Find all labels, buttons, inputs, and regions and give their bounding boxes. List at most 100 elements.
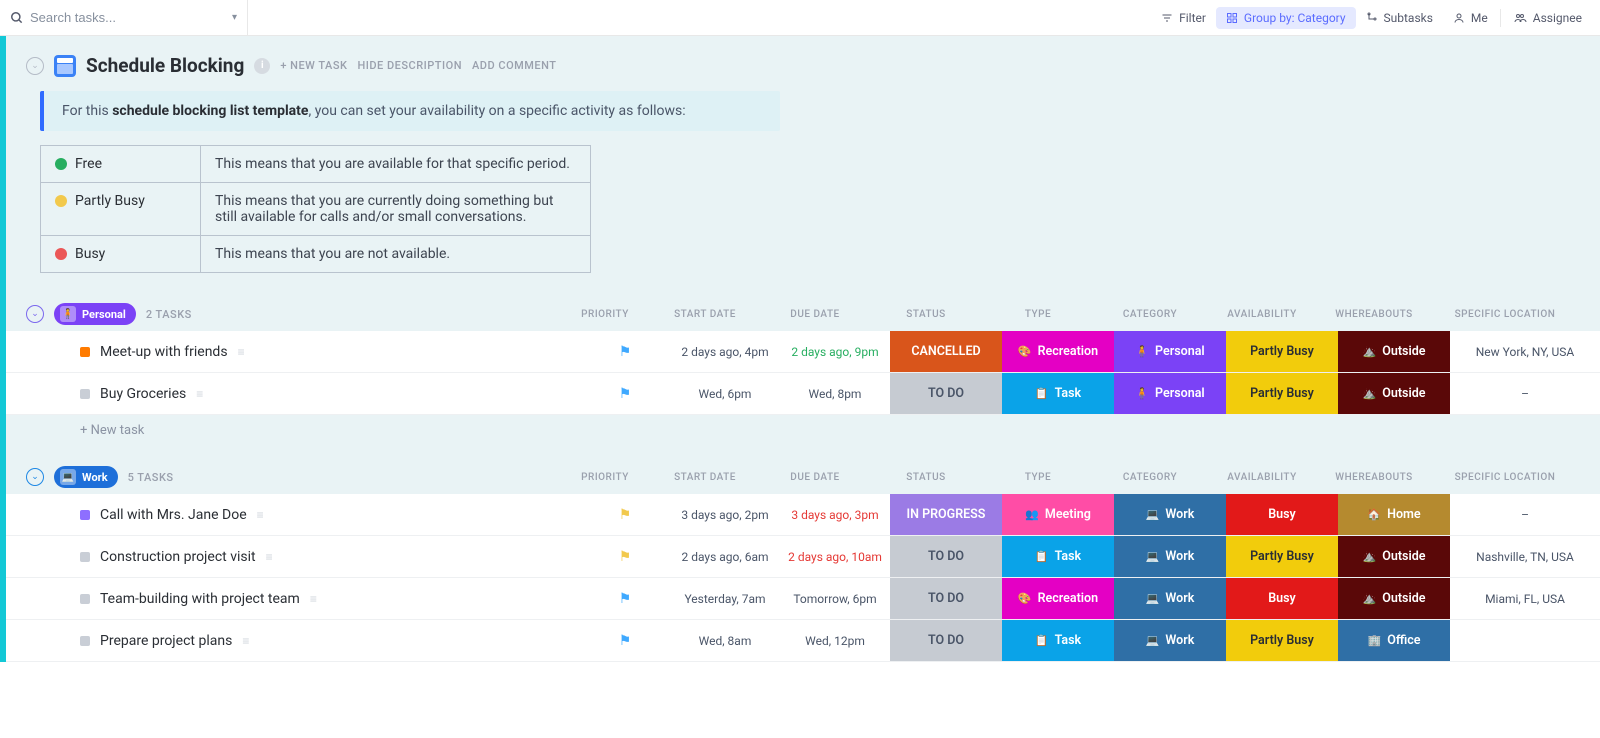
priority-cell[interactable]: ⚑ (580, 536, 670, 577)
task-name[interactable]: Prepare project plans (100, 633, 232, 649)
priority-cell[interactable]: ⚑ (580, 331, 670, 372)
task-row[interactable]: Meet-up with friends ≡ ⚑ 2 days ago, 4pm… (6, 331, 1600, 373)
group-collapse-button[interactable]: ⌄ (26, 305, 44, 323)
group-pill[interactable]: 💻Work (54, 466, 118, 488)
chip[interactable]: ⛰️Outside (1338, 331, 1450, 372)
chip[interactable]: 🧍Personal (1114, 331, 1226, 372)
status-square-icon[interactable] (80, 389, 90, 399)
start-date-cell[interactable]: Wed, 8am (670, 620, 780, 661)
chip-text: Partly Busy (1250, 633, 1314, 648)
chip[interactable]: TO DO (890, 578, 1002, 619)
new-task-link[interactable]: + New task (80, 423, 144, 438)
chip[interactable]: Busy (1226, 578, 1338, 619)
grip-icon[interactable]: ≡ (257, 508, 264, 522)
add-comment-button[interactable]: ADD COMMENT (472, 59, 556, 72)
location-cell[interactable]: New York, NY, USA (1450, 331, 1600, 372)
task-row[interactable]: Construction project visit ≡ ⚑ 2 days ag… (6, 536, 1600, 578)
filter-button[interactable]: Filter (1151, 7, 1216, 29)
task-row[interactable]: Call with Mrs. Jane Doe ≡ ⚑ 3 days ago, … (6, 494, 1600, 536)
chip[interactable]: 🎨Recreation (1002, 331, 1114, 372)
chip[interactable]: 🏢Office (1338, 620, 1450, 661)
chip[interactable]: 🎨Recreation (1002, 578, 1114, 619)
subtasks-button[interactable]: Subtasks (1356, 7, 1443, 29)
priority-cell[interactable]: ⚑ (580, 494, 670, 535)
me-button[interactable]: Me (1443, 7, 1498, 29)
status-square-icon[interactable] (80, 552, 90, 562)
chip[interactable]: 👥Meeting (1002, 494, 1114, 535)
grip-icon[interactable]: ≡ (196, 387, 203, 401)
location-cell[interactable]: – (1450, 373, 1600, 414)
chip[interactable]: IN PROGRESS (890, 494, 1002, 535)
collapse-list-button[interactable]: ⌄ (26, 57, 44, 75)
location-cell[interactable]: Nashville, TN, USA (1450, 536, 1600, 577)
info-icon[interactable]: i (254, 58, 270, 74)
chip[interactable]: 🧍Personal (1114, 373, 1226, 414)
start-date-cell[interactable]: 2 days ago, 6am (670, 536, 780, 577)
chip[interactable]: 📋Task (1002, 373, 1114, 414)
group-pill[interactable]: 🧍Personal (54, 303, 136, 325)
grip-icon[interactable]: ≡ (238, 345, 245, 359)
start-date-cell[interactable]: Yesterday, 7am (670, 578, 780, 619)
status-square-icon[interactable] (80, 347, 90, 357)
chip[interactable]: ⛰️Outside (1338, 578, 1450, 619)
chip[interactable]: TO DO (890, 536, 1002, 577)
due-date-cell[interactable]: Wed, 12pm (780, 620, 890, 661)
priority-cell[interactable]: ⚑ (580, 578, 670, 619)
chip[interactable]: ⛰️Outside (1338, 373, 1450, 414)
location-cell[interactable] (1450, 620, 1600, 661)
chip[interactable]: 🏠Home (1338, 494, 1450, 535)
chevron-down-icon[interactable]: ▾ (232, 12, 237, 23)
priority-cell[interactable]: ⚑ (580, 373, 670, 414)
col-due-date: DUE DATE (760, 472, 870, 483)
task-row[interactable]: Prepare project plans ≡ ⚑ Wed, 8am Wed, … (6, 620, 1600, 662)
groupby-button[interactable]: Group by: Category (1216, 7, 1356, 29)
chip[interactable]: 💻Work (1114, 536, 1226, 577)
chip[interactable]: TO DO (890, 373, 1002, 414)
chip[interactable]: 📋Task (1002, 620, 1114, 661)
chip[interactable]: Busy (1226, 494, 1338, 535)
search-wrap: ▾ (8, 0, 248, 35)
task-name[interactable]: Call with Mrs. Jane Doe (100, 507, 247, 523)
task-row[interactable]: Buy Groceries ≡ ⚑ Wed, 6pm Wed, 8pm TO D… (6, 373, 1600, 415)
location-cell[interactable]: – (1450, 494, 1600, 535)
task-name[interactable]: Construction project visit (100, 549, 256, 565)
chip[interactable]: 📋Task (1002, 536, 1114, 577)
assignee-button[interactable]: Assignee (1503, 7, 1592, 29)
start-date-cell[interactable]: 2 days ago, 4pm (670, 331, 780, 372)
task-name[interactable]: Team-building with project team (100, 591, 300, 607)
chip[interactable]: Partly Busy (1226, 536, 1338, 577)
location-cell[interactable]: Miami, FL, USA (1450, 578, 1600, 619)
chip[interactable]: 💻Work (1114, 620, 1226, 661)
col-start-date: START DATE (650, 309, 760, 320)
grip-icon[interactable]: ≡ (266, 550, 273, 564)
chip[interactable]: 💻Work (1114, 494, 1226, 535)
due-date-cell[interactable]: 2 days ago, 10am (780, 536, 890, 577)
chip[interactable]: Partly Busy (1226, 620, 1338, 661)
status-square-icon[interactable] (80, 510, 90, 520)
chip[interactable]: Partly Busy (1226, 331, 1338, 372)
priority-cell[interactable]: ⚑ (580, 620, 670, 661)
status-square-icon[interactable] (80, 594, 90, 604)
task-name[interactable]: Meet-up with friends (100, 344, 228, 360)
status-square-icon[interactable] (80, 636, 90, 646)
new-task-button[interactable]: + NEW TASK (280, 59, 347, 72)
due-date-cell[interactable]: Tomorrow, 6pm (780, 578, 890, 619)
group-collapse-button[interactable]: ⌄ (26, 468, 44, 486)
due-date-cell[interactable]: 3 days ago, 3pm (780, 494, 890, 535)
grip-icon[interactable]: ≡ (242, 634, 249, 648)
task-name[interactable]: Buy Groceries (100, 386, 186, 402)
search-input[interactable] (30, 10, 190, 25)
chip[interactable]: Partly Busy (1226, 373, 1338, 414)
chip[interactable]: 💻Work (1114, 578, 1226, 619)
chip[interactable]: TO DO (890, 620, 1002, 661)
grip-icon[interactable]: ≡ (310, 592, 317, 606)
due-date-cell[interactable]: 2 days ago, 9pm (780, 331, 890, 372)
chip[interactable]: ⛰️Outside (1338, 536, 1450, 577)
task-row[interactable]: Team-building with project team ≡ ⚑ Yest… (6, 578, 1600, 620)
due-date-cell[interactable]: Wed, 8pm (780, 373, 890, 414)
task-left: Meet-up with friends ≡ (6, 331, 580, 372)
start-date-cell[interactable]: 3 days ago, 2pm (670, 494, 780, 535)
start-date-cell[interactable]: Wed, 6pm (670, 373, 780, 414)
hide-description-button[interactable]: HIDE DESCRIPTION (357, 59, 462, 72)
chip[interactable]: CANCELLED (890, 331, 1002, 372)
